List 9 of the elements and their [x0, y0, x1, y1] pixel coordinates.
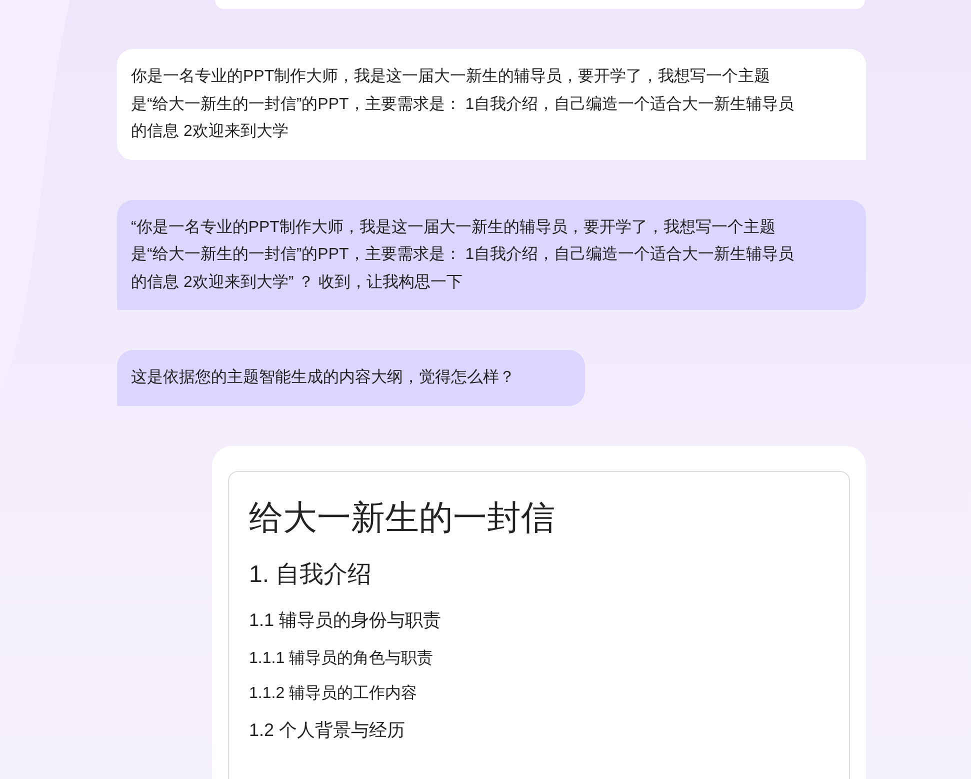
chat-message: 你是一名专业的PPT制作大师，我是这一届大一新生的辅导员，要开学了，我想写一个主题是“给大一新生的一封信”的PPT，主要需求是： 1自我介绍，自己编造一个适合大一新生辅导员的信息 2欢迎来到大学	[117, 49, 866, 160]
outline-title: 给大一新生的一封信	[249, 498, 556, 538]
chat-message: “你是一名专业的PPT制作大师，我是这一届大一新生的辅导员，要开学了，我想写一个主题是“给大一新生的一封信”的PPT，主要需求是： 1自我介绍，自己编造一个适合大一新生辅导员的信息 2欢迎来到大学” ？ 收到，让我构思一下	[117, 200, 866, 310]
outline-heading: 1. 自我介绍	[249, 560, 373, 590]
outline-heading: 1.1.1 辅导员的角色与职责	[249, 648, 434, 668]
outline-heading: 1.1.2 辅导员的工作内容	[249, 684, 418, 704]
chat-message: 这是依据您的主题智能生成的内容大纲，觉得怎么样？	[117, 350, 585, 406]
outline-heading: 1.2 个人背景与经历	[249, 718, 406, 742]
outline-heading: 1.1 辅导员的身份与职责	[249, 608, 442, 632]
